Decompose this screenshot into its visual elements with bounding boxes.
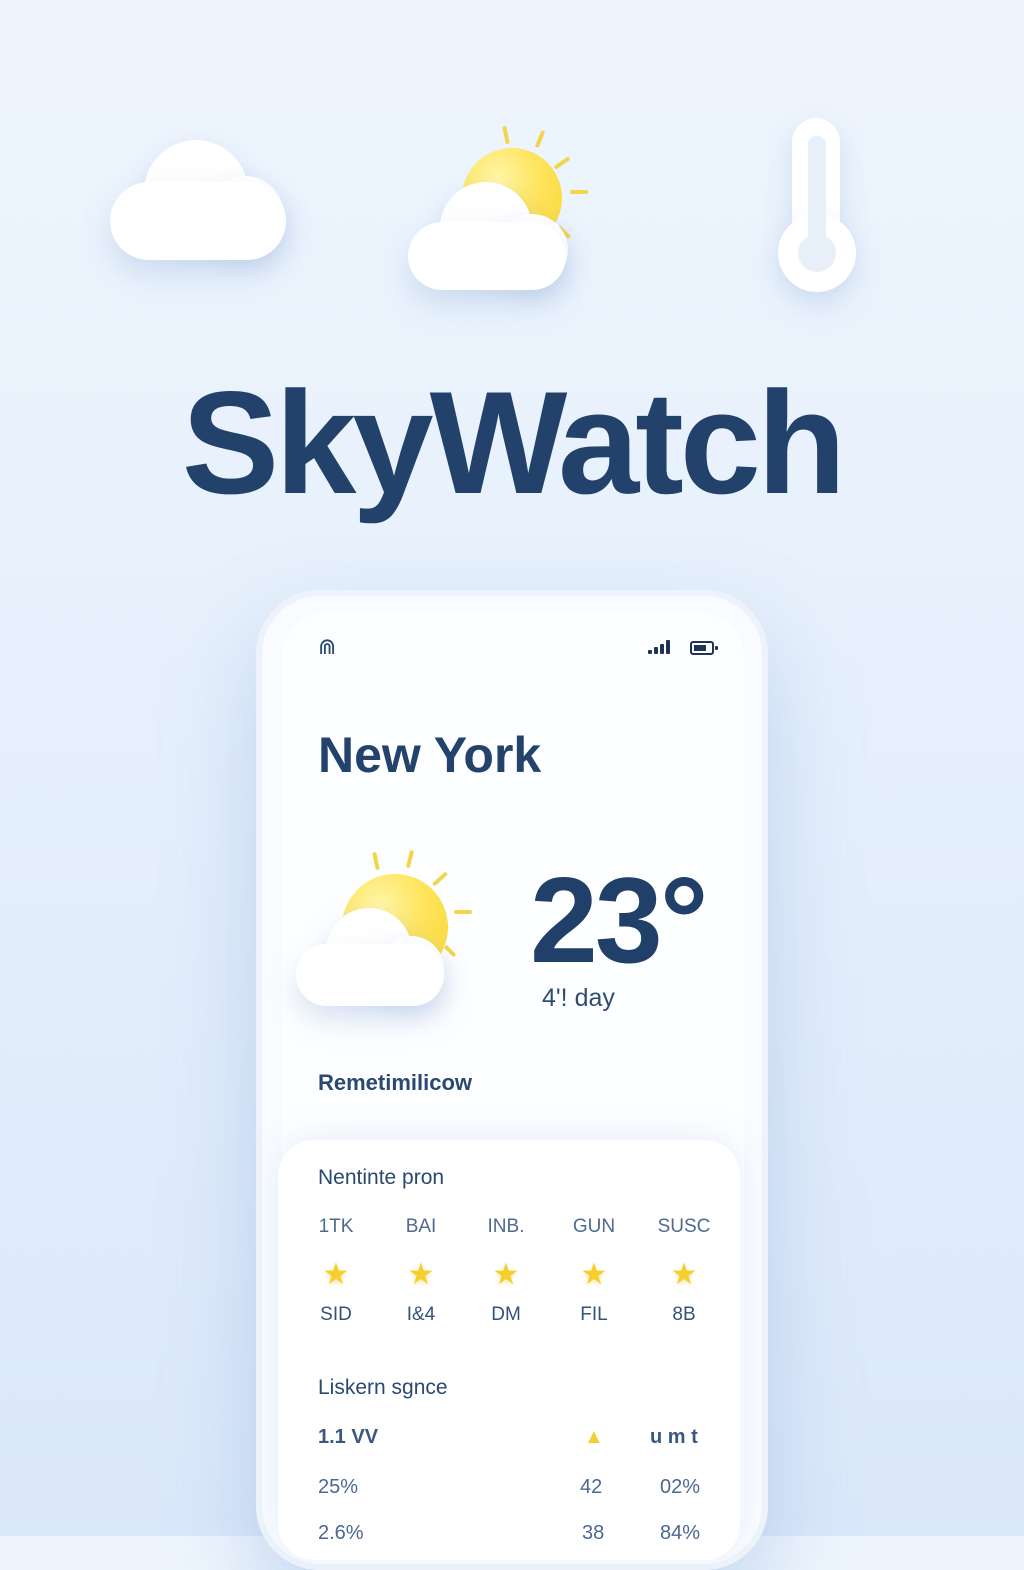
details-cell: 25%	[318, 1476, 359, 1498]
details-cell: 02%	[660, 1476, 701, 1498]
details-cell: 38	[582, 1522, 605, 1544]
forecast-day[interactable]: BAI ★ I&4	[391, 1216, 451, 1326]
details-header-cell: ▲	[584, 1426, 604, 1448]
forecast-day-label: SUSC	[657, 1216, 711, 1237]
section-label: Remetimilicow	[318, 1070, 473, 1095]
forecast-title: Nentinte pron	[318, 1166, 445, 1189]
star-icon: ★	[407, 1258, 435, 1291]
forecast-day[interactable]: INB. ★ DM	[476, 1216, 536, 1326]
forecast-day-label: GUN	[572, 1216, 616, 1237]
battery-icon	[690, 641, 714, 655]
current-temperature: 23°	[530, 852, 708, 988]
star-icon: ★	[580, 1258, 608, 1291]
app-title: SkyWatch	[181, 361, 846, 524]
forecast-day-value: DM	[491, 1304, 521, 1325]
forecast-day-label: 1TK	[318, 1216, 354, 1237]
star-icon: ★	[670, 1258, 698, 1291]
forecast-day[interactable]: 1TK ★ SID	[306, 1216, 366, 1326]
cloud-icon	[110, 140, 290, 265]
star-icon: ★	[492, 1258, 520, 1291]
details-cell: 42	[580, 1476, 603, 1498]
city-name: New York	[318, 727, 542, 783]
forecast-day-value: 8B	[672, 1304, 696, 1325]
partly-sunny-icon	[400, 120, 600, 300]
condition-label: 4'! day	[542, 984, 615, 1012]
forecast-day-label: BAI	[405, 1216, 437, 1237]
details-cell: 2.6%	[318, 1522, 364, 1544]
star-icon: ★	[322, 1258, 350, 1291]
details-cell: 84%	[660, 1522, 701, 1544]
partly-sunny-icon	[292, 848, 482, 1008]
forecast-day[interactable]: GUN ★ FIL	[564, 1216, 624, 1326]
battery-tip	[715, 646, 718, 650]
forecast-day-value: I&4	[406, 1304, 436, 1325]
details-header-cell: u m t	[650, 1426, 698, 1448]
signal-icon	[648, 640, 674, 654]
details-title: Liskern sgnce	[318, 1376, 448, 1399]
forecast-day-value: FIL	[580, 1304, 608, 1325]
status-bar-glyph: ⋒	[318, 634, 337, 659]
forecast-day-value: SID	[320, 1304, 352, 1325]
thermometer-icon	[778, 118, 856, 294]
forecast-day-label: INB.	[487, 1216, 525, 1237]
forecast-day[interactable]: SUSC ★ 8B	[654, 1216, 714, 1326]
details-header-cell: 1.1 VV	[318, 1426, 379, 1448]
